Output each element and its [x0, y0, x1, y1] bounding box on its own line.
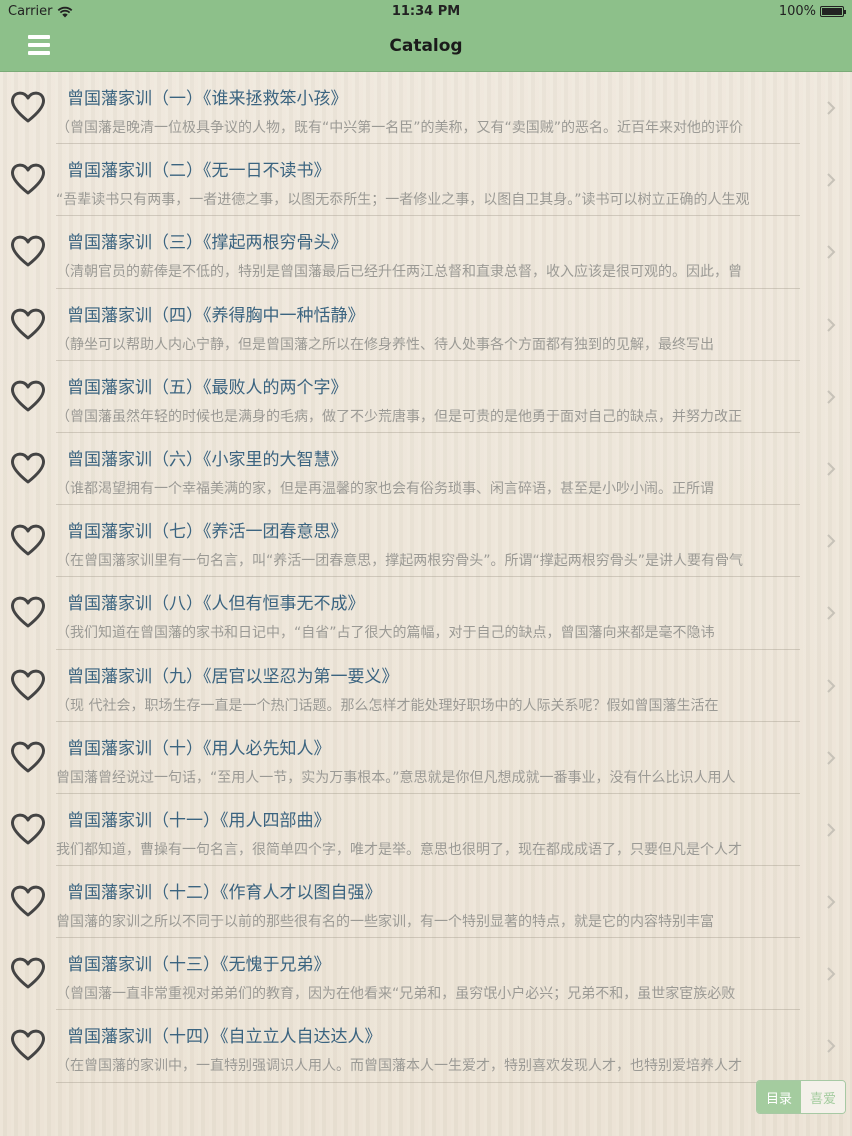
chevron-right-icon	[827, 606, 836, 621]
item-title: 曾国藩家训（二）《无一日不读书》	[67, 161, 331, 182]
list-item[interactable]: 曾国藩家训（十）《用人必先知人》曾国藩曾经说过一句话，“至用人一节，实为万事根本…	[0, 722, 852, 795]
chevron-right-icon	[827, 1039, 836, 1054]
status-bar: Carrier 11:34 PM 100%	[0, 0, 852, 24]
item-summary: 曾国藩曾经说过一句话，“至用人一节，实为万事根本。”意思就是你但凡想成就一番事业…	[56, 769, 736, 786]
heart-icon[interactable]	[10, 668, 46, 702]
chevron-right-icon	[827, 823, 836, 837]
navigation-bar: Catalog	[0, 24, 852, 72]
item-title: 曾国藩家训（四）《养得胸中一种恬静》	[67, 305, 365, 326]
chevron-right-icon	[827, 462, 836, 476]
item-summary: （我们知道在曾国藩的家书和日记中，“自省”占了很大的篇幅，对于自己的缺点，曾国藩…	[56, 625, 715, 642]
list-item[interactable]: 曾国藩家训（十三）《无愧于兄弟》 （曾国藩一直非常重视对弟弟们的教育，因为在他看来…	[0, 938, 852, 1011]
battery-percentage: 100%	[778, 4, 816, 19]
chevron-right-icon	[827, 390, 836, 404]
heart-icon[interactable]	[10, 523, 46, 557]
list-item[interactable]: 曾国藩家训（一）《谁来拯救笨小孩》 （曾国藩是晚清一位极具争议的人物，既有“中兴第…	[0, 72, 852, 145]
page-title: Catalog	[389, 36, 463, 56]
heart-icon[interactable]	[10, 812, 46, 846]
item-summary: 我们都知道，曹操有一句名言，很简单四个字，唯才是举。意思也很明了，现在都成成语了…	[56, 841, 742, 858]
chevron-right-icon	[827, 101, 836, 115]
item-title: 曾国藩家训（三）《撑起两根穷骨头》	[67, 233, 348, 254]
item-summary: （曾国藩一直非常重视对弟弟们的教育，因为在他看来“兄弟和，虽穷氓小户必兴；兄弟不…	[56, 986, 736, 1003]
catalog-tab[interactable]: 目录	[757, 1081, 801, 1113]
item-title: 曾国藩家训（八）《人但有恒事无不成》	[67, 594, 365, 615]
list-item[interactable]: 曾国藩家训（九）《居官以坚忍为第一要义》 （现 代社会，职场生存一直是一个热门话题…	[0, 650, 852, 722]
heart-icon[interactable]	[10, 162, 46, 196]
heart-icon[interactable]	[10, 884, 46, 918]
status-time: 11:34 PM	[391, 4, 461, 19]
list-item[interactable]: 曾国藩家训（五）《最败人的两个字》 （曾国藩虽然年轻的时候也是满身的毛病，做了不少…	[0, 361, 852, 434]
chevron-right-icon	[827, 895, 836, 909]
item-title: 曾国藩家训（九）《居官以坚忍为第一要义》	[67, 666, 399, 687]
item-summary: （谁都渴望拥有一个幸福美满的家，但是再温馨的家也会有俗务琐事、闲言碎语，甚至是小…	[56, 480, 714, 497]
item-title: 曾国藩家训（十）《用人必先知人》	[67, 738, 331, 759]
heart-icon[interactable]	[10, 90, 46, 124]
heart-icon[interactable]	[10, 1028, 46, 1062]
heart-icon[interactable]	[10, 379, 46, 413]
heart-icon[interactable]	[10, 307, 46, 341]
battery-indicator: 100%	[778, 4, 846, 19]
item-title: 曾国藩家训（一）《谁来拯救笨小孩》	[67, 89, 348, 109]
item-summary: 曾国藩的家训之所以不同于以前的那些很有名的一些家训，有一个特别显著的特点，就是它…	[56, 914, 714, 931]
item-title: 曾国藩家训（十一）《用人四部曲》	[67, 810, 331, 831]
item-title: 曾国藩家训（十二）《作育人才以图自强》	[67, 883, 382, 904]
item-title: 曾国藩家训（十三）《无愧于兄弟》	[67, 955, 331, 976]
item-summary: （曾国藩是晚清一位极具争议的人物，既有“中兴第一名臣”的美称，又有“卖国贼”的恶…	[56, 120, 744, 136]
list-item[interactable]: 曾国藩家训（四）《养得胸中一种恬静》 （静坐可以帮助人内心宁静，但是曾国藩之所以在…	[0, 289, 852, 361]
item-title: 曾国藩家训（五）《最败人的两个字》	[67, 377, 348, 398]
chevron-right-icon	[827, 678, 836, 693]
list-item[interactable]: 曾国藩家训（十四）《自立立人自达达人》 （在曾国藩的家训中，一直特别强调识人用人。…	[0, 1010, 852, 1083]
top-bar: Carrier 11:34 PM 100% Catalog	[0, 0, 852, 72]
chevron-right-icon	[827, 967, 836, 981]
heart-icon[interactable]	[10, 451, 46, 485]
heart-icon[interactable]	[10, 740, 46, 774]
list-item[interactable]: 曾国藩家训（六）《小家里的大智慧》 （谁都渴望拥有一个幸福美满的家，但是再温馨的家…	[0, 433, 852, 506]
bottom-tab-switcher: 目录 喜爱	[756, 1080, 846, 1114]
list-item[interactable]: 曾国藩家训（七）《养活一团春意思》 （在曾国藩家训里有一句名言，叫“养活一团春意思…	[0, 505, 852, 578]
list-item[interactable]: 曾国藩家训（二）《无一日不读书》 “吾辈读书只有两事，一者进德之事，以图无忝所生；…	[0, 144, 852, 217]
catalog-list: 曾国藩家训（一）《谁来拯救笨小孩》 （曾国藩是晚清一位极具争议的人物，既有“中兴第…	[0, 72, 852, 1083]
favorites-tab[interactable]: 喜爱	[801, 1081, 845, 1113]
item-summary: （现 代社会，职场生存一直是一个热门话题。那么怎样才能处理好职场中的人际关系呢？…	[56, 697, 719, 714]
chevron-right-icon	[827, 750, 836, 765]
heart-icon[interactable]	[10, 595, 46, 629]
chevron-right-icon	[827, 317, 836, 332]
item-summary: （清朝官员的薪俸是不低的，特别是曾国藩最后已经升任两江总督和直隶总督，收入应该是…	[56, 264, 742, 281]
chevron-right-icon	[827, 173, 836, 187]
heart-icon[interactable]	[10, 956, 46, 990]
list-item[interactable]: 曾国藩家训（十一）《用人四部曲》我们都知道，曹操有一句名言，很简单四个字，唯才是…	[0, 794, 852, 867]
item-title: 曾国藩家训（七）《养活一团春意思》	[67, 522, 348, 543]
heart-icon[interactable]	[10, 234, 46, 268]
battery-icon	[820, 6, 846, 17]
list-item[interactable]: 曾国藩家训（三）《撑起两根穷骨头》 （清朝官员的薪俸是不低的，特别是曾国藩最后已经…	[0, 216, 852, 289]
chevron-right-icon	[827, 534, 836, 548]
list-item[interactable]: 曾国藩家训（十二）《作育人才以图自强》曾国藩的家训之所以不同于以前的那些很有名的…	[0, 866, 852, 939]
item-title: 曾国藩家训（十四）《自立立人自达达人》	[67, 1027, 382, 1048]
item-summary: （曾国藩虽然年轻的时候也是满身的毛病，做了不少荒唐事，但是可贵的是他勇于面对自己…	[56, 408, 742, 425]
item-summary: （在曾国藩的家训中，一直特别强调识人用人。而曾国藩本人一生爱才，特别喜欢发现人才…	[56, 1058, 742, 1075]
item-summary: “吾辈读书只有两事，一者进德之事，以图无忝所生；一者修业之事，以图自卫其身。”读…	[56, 192, 750, 209]
list-item[interactable]: 曾国藩家训（八）《人但有恒事无不成》 （我们知道在曾国藩的家书和日记中，“自省”占…	[0, 577, 852, 650]
chevron-right-icon	[827, 245, 836, 260]
item-summary: （静坐可以帮助人内心宁静，但是曾国藩之所以在修身养性、待人处事各个方面都有独到的…	[56, 336, 714, 353]
item-summary: （在曾国藩家训里有一句名言，叫“养活一团春意思，撑起两根穷骨头”。所谓“撑起两根…	[56, 553, 744, 570]
item-title: 曾国藩家训（六）《小家里的大智慧》	[67, 449, 348, 470]
